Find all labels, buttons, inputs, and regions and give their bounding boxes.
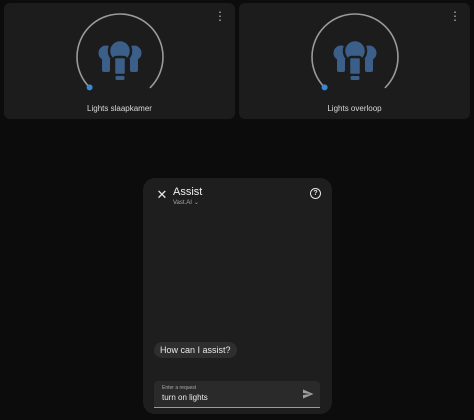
light-dial[interactable] <box>72 13 168 99</box>
lightbulb-group-icon <box>98 38 141 80</box>
more-vertical-icon[interactable]: ⋮ <box>214 10 226 22</box>
agent-name: Vast.AI <box>173 200 192 206</box>
request-input[interactable]: Enter a request turn on lights <box>154 381 320 408</box>
lightbulb-group-icon <box>333 38 376 80</box>
input-value[interactable]: turn on lights <box>162 393 208 402</box>
dial-handle[interactable] <box>86 84 93 91</box>
chevron-down-icon: ⌄ <box>193 200 199 206</box>
dial-handle[interactable] <box>321 84 328 91</box>
card-label: Lights slaapkamer <box>87 104 152 113</box>
light-card-overloop[interactable]: ⋮ Lights overloop <box>239 3 470 119</box>
agent-select[interactable]: Vast.AI ⌄ <box>173 199 199 206</box>
help-circle-icon[interactable]: ? <box>310 188 321 199</box>
send-icon[interactable] <box>302 388 314 400</box>
light-dial[interactable] <box>307 13 403 99</box>
card-label: Lights overloop <box>327 104 382 113</box>
close-icon[interactable]: ✕ <box>155 188 169 202</box>
input-label: Enter a request <box>162 385 197 391</box>
light-card-slaapkamer[interactable]: ⋮ Lights slaapkamer <box>4 3 235 119</box>
assist-dialog: ✕ Assist Vast.AI ⌄ ? How can I assist? En… <box>143 178 332 414</box>
more-vertical-icon[interactable]: ⋮ <box>449 10 461 22</box>
dialog-title: Assist <box>173 186 203 198</box>
assistant-message: How can I assist? <box>154 342 237 358</box>
